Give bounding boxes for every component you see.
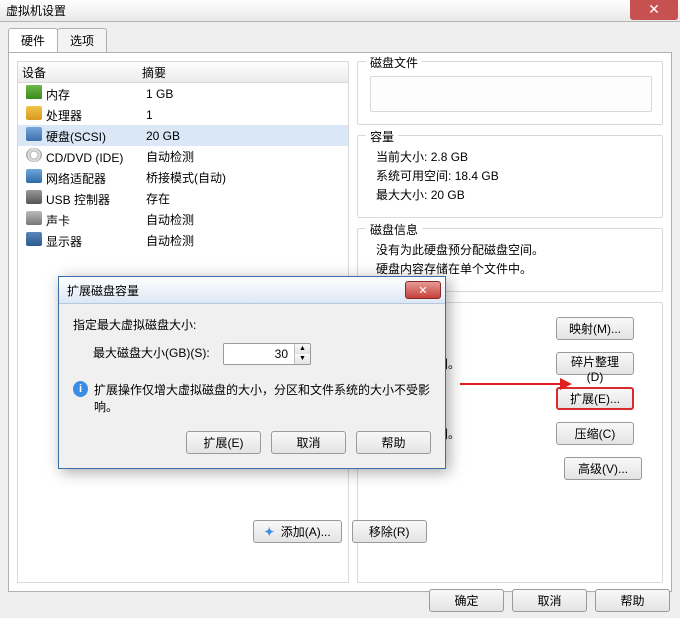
hw-summary: 20 GB — [142, 129, 348, 143]
disk-file-path-box — [370, 76, 652, 112]
window-titlebar: 虚拟机设置 ✕ — [0, 0, 680, 22]
hw-summary: 桥接模式(自动) — [142, 169, 348, 186]
dialog-cancel-button[interactable]: 取消 — [271, 431, 346, 454]
capacity-title: 容量 — [366, 128, 398, 145]
expand-spec-label: 指定最大虚拟磁盘大小: — [73, 316, 431, 333]
max-disk-size-spinner[interactable]: ▲ ▼ — [223, 343, 311, 365]
hardware-row[interactable]: 网络适配器 桥接模式(自动) — [18, 167, 348, 188]
annotation-arrow — [460, 383, 570, 385]
info-icon: i — [73, 381, 88, 397]
hardware-row[interactable]: 显示器 自动检测 — [18, 230, 348, 251]
free-space-label: 系统可用空间: — [376, 169, 451, 183]
expand-dialog: 扩展磁盘容量 ✕ 指定最大虚拟磁盘大小: 最大磁盘大小(GB)(S): ▲ ▼ … — [58, 276, 446, 469]
col-header-device: 设备 — [18, 64, 138, 81]
disk-file-title: 磁盘文件 — [366, 54, 422, 71]
tab-hardware[interactable]: 硬件 — [8, 28, 58, 52]
expand-dialog-titlebar: 扩展磁盘容量 ✕ — [59, 277, 445, 304]
current-size-value: 2.8 GB — [431, 150, 468, 164]
hardware-row[interactable]: CD/DVD (IDE) 自动检测 — [18, 146, 348, 167]
hw-name: 声卡 — [46, 214, 70, 228]
max-disk-size-input[interactable] — [224, 344, 294, 364]
hw-summary: 1 GB — [142, 87, 348, 101]
settings-footer: 确定 取消 帮助 — [429, 589, 670, 612]
add-icon: ✦ — [264, 525, 274, 539]
hardware-row[interactable]: 硬盘(SCSI) 20 GB — [18, 125, 348, 146]
hw-name: CD/DVD (IDE) — [46, 151, 123, 165]
disk-info-line1: 没有为此硬盘预分配磁盘空间。 — [376, 241, 652, 258]
tab-options[interactable]: 选项 — [57, 28, 107, 52]
cancel-button[interactable]: 取消 — [512, 589, 587, 612]
hw-summary: 存在 — [142, 190, 348, 207]
hardware-row[interactable]: 声卡 自动检测 — [18, 209, 348, 230]
hw-icon — [26, 106, 42, 120]
window-title: 虚拟机设置 — [6, 2, 66, 19]
free-space-value: 18.4 GB — [455, 169, 499, 183]
hw-icon — [26, 148, 42, 162]
hw-name: 硬盘(SCSI) — [46, 130, 106, 144]
compact-button[interactable]: 压缩(C) — [556, 422, 634, 445]
hw-icon — [26, 190, 42, 204]
help-button[interactable]: 帮助 — [595, 589, 670, 612]
hardware-list-header: 设备 摘要 — [18, 62, 348, 83]
disk-info-line2: 硬盘内容存储在单个文件中。 — [376, 260, 652, 277]
hw-name: 内存 — [46, 88, 70, 102]
hardware-row[interactable]: USB 控制器 存在 — [18, 188, 348, 209]
add-hardware-button[interactable]: ✦ 添加(A)... — [253, 520, 341, 543]
remove-hardware-button[interactable]: 移除(R) — [352, 520, 427, 543]
hw-summary: 自动检测 — [142, 148, 348, 165]
expand-note: 扩展操作仅增大虚拟磁盘的大小，分区和文件系统的大小不受影响。 — [94, 381, 431, 415]
disk-file-group: 磁盘文件 — [357, 61, 663, 125]
add-hardware-label: 添加(A)... — [281, 525, 331, 539]
disk-info-title: 磁盘信息 — [366, 221, 422, 238]
hw-name: USB 控制器 — [46, 193, 110, 207]
hw-icon — [26, 127, 42, 141]
tab-strip: 硬件 选项 — [8, 28, 680, 52]
spin-down-button[interactable]: ▼ — [295, 354, 310, 364]
hw-summary: 自动检测 — [142, 232, 348, 249]
hw-name: 显示器 — [46, 235, 82, 249]
hardware-row[interactable]: 内存 1 GB — [18, 83, 348, 104]
capacity-group: 容量 当前大小: 2.8 GB 系统可用空间: 18.4 GB 最大大小: 20… — [357, 135, 663, 218]
ok-button[interactable]: 确定 — [429, 589, 504, 612]
hw-icon — [26, 211, 42, 225]
window-close-button[interactable]: ✕ — [630, 0, 678, 20]
hardware-bottom-buttons: ✦ 添加(A)... 移除(R) — [9, 520, 671, 543]
dialog-expand-button[interactable]: 扩展(E) — [186, 431, 261, 454]
defrag-button[interactable]: 碎片整理(D) — [556, 352, 634, 375]
hw-summary: 1 — [142, 108, 348, 122]
expand-dialog-title: 扩展磁盘容量 — [67, 282, 139, 299]
hw-name: 处理器 — [46, 109, 82, 123]
max-disk-size-label: 最大磁盘大小(GB)(S): — [93, 346, 210, 360]
max-size-value: 20 GB — [431, 188, 465, 202]
map-button[interactable]: 映射(M)... — [556, 317, 634, 340]
advanced-button[interactable]: 高级(V)... — [564, 457, 642, 480]
dialog-help-button[interactable]: 帮助 — [356, 431, 431, 454]
hardware-row[interactable]: 处理器 1 — [18, 104, 348, 125]
hw-summary: 自动检测 — [142, 211, 348, 228]
max-size-label: 最大大小: — [376, 188, 427, 202]
hw-icon — [26, 232, 42, 246]
expand-button[interactable]: 扩展(E)... — [556, 387, 634, 410]
hw-icon — [26, 169, 42, 183]
spin-up-button[interactable]: ▲ — [295, 344, 310, 354]
hw-icon — [26, 85, 42, 99]
current-size-label: 当前大小: — [376, 150, 427, 164]
expand-dialog-close-button[interactable]: ✕ — [405, 281, 441, 299]
hw-name: 网络适配器 — [46, 172, 106, 186]
col-header-summary: 摘要 — [138, 64, 348, 81]
